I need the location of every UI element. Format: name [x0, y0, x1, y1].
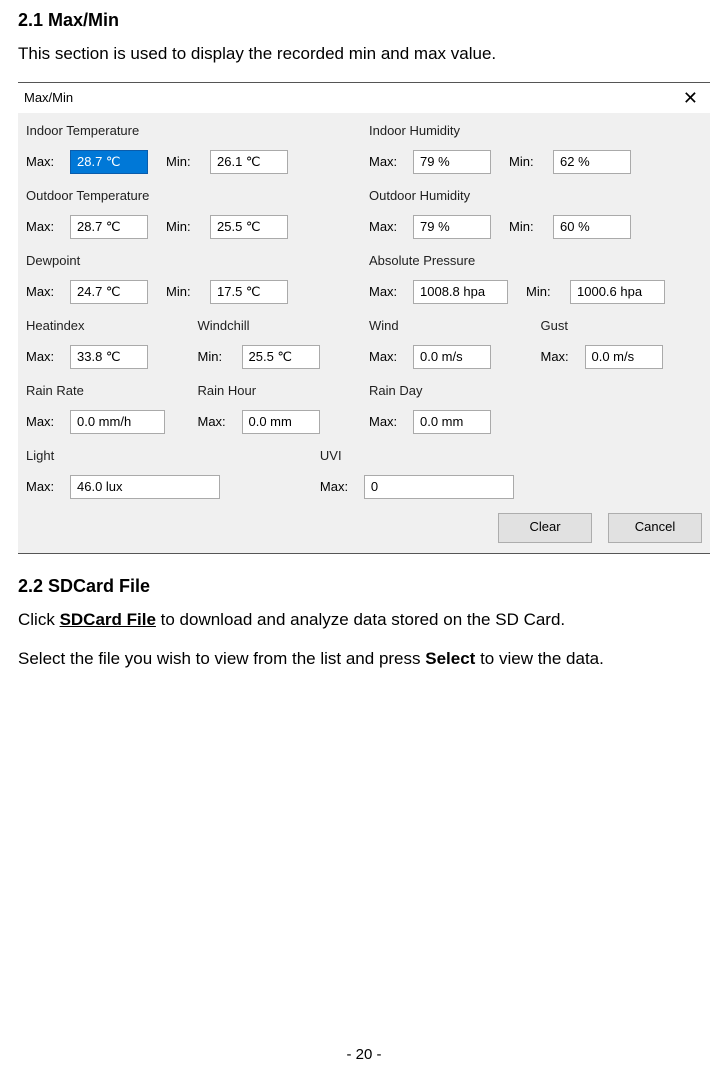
outdoor-hum-min-field[interactable]: 60 % [553, 215, 631, 239]
heatindex-max-field[interactable]: 33.8 ℃ [70, 345, 148, 369]
text: to view the data. [475, 649, 604, 668]
min-label: Min: [166, 154, 200, 169]
group-title: Light [26, 448, 310, 463]
group-outdoor-humidity: Outdoor Humidity Max: 79 % Min: 60 % [369, 188, 702, 239]
text: Select the file you wish to view from th… [18, 649, 425, 668]
group-rain-day: Rain Day Max: 0.0 mm [369, 383, 531, 434]
indoor-hum-max-field[interactable]: 79 % [413, 150, 491, 174]
group-title: Windchill [198, 318, 360, 333]
rain-hour-max-field[interactable]: 0.0 mm [242, 410, 320, 434]
max-label: Max: [320, 479, 354, 494]
group-title: Rain Rate [26, 383, 188, 398]
max-label: Max: [26, 349, 60, 364]
select-keyword: Select [425, 649, 475, 668]
max-label: Max: [369, 414, 403, 429]
abs-press-min-field[interactable]: 1000.6 hpa [570, 280, 665, 304]
group-title: Outdoor Humidity [369, 188, 702, 203]
max-label: Max: [26, 154, 60, 169]
group-title: Rain Day [369, 383, 531, 398]
max-label: Max: [26, 414, 60, 429]
page-number: - 20 - [0, 1046, 728, 1063]
indoor-temp-max-field[interactable]: 28.7 ℃ [70, 150, 148, 174]
sdcard-para-1: Click SDCard File to download and analyz… [18, 609, 710, 632]
group-light: Light Max: 46.0 lux [26, 448, 310, 499]
section-heading-max-min: 2.1 Max/Min [18, 10, 710, 31]
sdcard-para-2: Select the file you wish to view from th… [18, 648, 710, 671]
group-title: Rain Hour [198, 383, 360, 398]
group-title: Heatindex [26, 318, 188, 333]
outdoor-hum-max-field[interactable]: 79 % [413, 215, 491, 239]
min-label: Min: [526, 284, 560, 299]
group-indoor-temperature: Indoor Temperature Max: 28.7 ℃ Min: 26.1… [26, 123, 359, 174]
cancel-button[interactable]: Cancel [608, 513, 702, 543]
min-label: Min: [509, 219, 543, 234]
max-label: Max: [369, 284, 403, 299]
max-label: Max: [369, 219, 403, 234]
min-label: Min: [166, 219, 200, 234]
text: Click [18, 610, 60, 629]
wind-max-field[interactable]: 0.0 m/s [413, 345, 491, 369]
light-max-field[interactable]: 46.0 lux [70, 475, 220, 499]
outdoor-temp-min-field[interactable]: 25.5 ℃ [210, 215, 288, 239]
min-label: Min: [198, 349, 232, 364]
min-label: Min: [166, 284, 200, 299]
section-heading-sdcard: 2.2 SDCard File [18, 576, 710, 597]
close-icon[interactable]: ✕ [677, 89, 704, 107]
group-wind: Wind Max: 0.0 m/s [369, 318, 531, 369]
maxmin-dialog-screenshot: Max/Min ✕ Indoor Temperature Max: 28.7 ℃… [18, 82, 710, 554]
max-label: Max: [198, 414, 232, 429]
max-label: Max: [369, 154, 403, 169]
group-rain-hour: Rain Hour Max: 0.0 mm [198, 383, 360, 434]
abs-press-max-field[interactable]: 1008.8 hpa [413, 280, 508, 304]
group-title: Outdoor Temperature [26, 188, 359, 203]
group-title: Indoor Temperature [26, 123, 359, 138]
windchill-min-field[interactable]: 25.5 ℃ [242, 345, 320, 369]
dewpoint-min-field[interactable]: 17.5 ℃ [210, 280, 288, 304]
sdcard-file-keyword: SDCard File [60, 610, 156, 629]
group-title: Absolute Pressure [369, 253, 702, 268]
max-label: Max: [26, 284, 60, 299]
group-title: Dewpoint [26, 253, 359, 268]
group-indoor-humidity: Indoor Humidity Max: 79 % Min: 62 % [369, 123, 702, 174]
text: to download and analyze data stored on t… [156, 610, 565, 629]
min-label: Min: [509, 154, 543, 169]
max-label: Max: [541, 349, 575, 364]
group-outdoor-temperature: Outdoor Temperature Max: 28.7 ℃ Min: 25.… [26, 188, 359, 239]
indoor-hum-min-field[interactable]: 62 % [553, 150, 631, 174]
group-heatindex: Heatindex Max: 33.8 ℃ [26, 318, 188, 369]
rain-day-max-field[interactable]: 0.0 mm [413, 410, 491, 434]
dewpoint-max-field[interactable]: 24.7 ℃ [70, 280, 148, 304]
group-uvi: UVI Max: 0 [320, 448, 604, 499]
max-label: Max: [26, 479, 60, 494]
intro-text: This section is used to display the reco… [18, 43, 710, 66]
group-absolute-pressure: Absolute Pressure Max: 1008.8 hpa Min: 1… [369, 253, 702, 304]
outdoor-temp-max-field[interactable]: 28.7 ℃ [70, 215, 148, 239]
group-dewpoint: Dewpoint Max: 24.7 ℃ Min: 17.5 ℃ [26, 253, 359, 304]
indoor-temp-min-field[interactable]: 26.1 ℃ [210, 150, 288, 174]
gust-max-field[interactable]: 0.0 m/s [585, 345, 663, 369]
clear-button[interactable]: Clear [498, 513, 592, 543]
group-title: UVI [320, 448, 604, 463]
group-rain-rate: Rain Rate Max: 0.0 mm/h [26, 383, 188, 434]
group-title: Indoor Humidity [369, 123, 702, 138]
group-gust: Gust Max: 0.0 m/s [541, 318, 703, 369]
dialog-titlebar: Max/Min ✕ [18, 83, 710, 113]
group-title: Gust [541, 318, 703, 333]
group-title: Wind [369, 318, 531, 333]
group-windchill: Windchill Min: 25.5 ℃ [198, 318, 360, 369]
uvi-max-field[interactable]: 0 [364, 475, 514, 499]
rain-rate-max-field[interactable]: 0.0 mm/h [70, 410, 165, 434]
dialog-body: Indoor Temperature Max: 28.7 ℃ Min: 26.1… [18, 113, 710, 553]
max-label: Max: [26, 219, 60, 234]
max-label: Max: [369, 349, 403, 364]
dialog-title: Max/Min [24, 90, 73, 105]
